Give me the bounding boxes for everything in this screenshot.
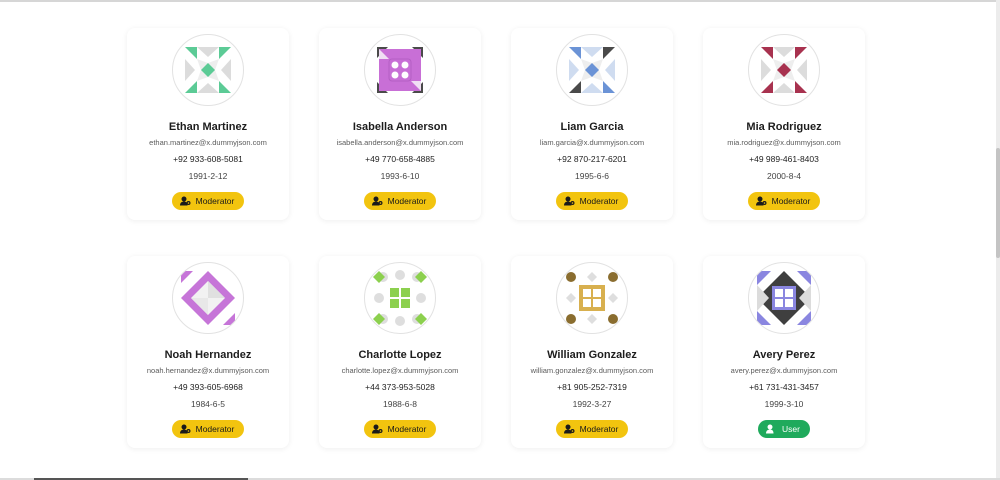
user-gear-icon bbox=[563, 196, 575, 206]
user-phone: +49 770-658-4885 bbox=[365, 154, 435, 164]
user-name: Ethan Martinez bbox=[168, 121, 248, 133]
role-badge[interactable]: Moderator bbox=[363, 192, 437, 210]
user-email: noah.hernandez@x.dummyjson.com bbox=[146, 366, 270, 375]
user-phone: +44 373-953-5028 bbox=[365, 382, 435, 392]
user-gear-icon bbox=[179, 424, 191, 434]
user-name: Charlotte Lopez bbox=[358, 349, 442, 361]
role-badge[interactable]: Moderator bbox=[171, 420, 245, 438]
user-birth-date: 1991-2-12 bbox=[188, 171, 228, 181]
user-birth-date: 1993-6-10 bbox=[380, 171, 420, 181]
user-gear-icon bbox=[179, 196, 191, 206]
role-badge[interactable]: User bbox=[758, 420, 810, 438]
user-phone: +61 731-431-3457 bbox=[749, 382, 819, 392]
user-gear-icon bbox=[371, 196, 383, 206]
user-phone: +81 905-252-7319 bbox=[557, 382, 627, 392]
avatar bbox=[364, 262, 436, 334]
role-label: Moderator bbox=[579, 424, 619, 434]
user-email: charlotte.lopez@x.dummyjson.com bbox=[341, 366, 459, 375]
role-label: Moderator bbox=[579, 196, 619, 206]
user-email: isabella.anderson@x.dummyjson.com bbox=[336, 138, 464, 147]
user-email: william.gonzalez@x.dummyjson.com bbox=[530, 366, 654, 375]
user-name: Mia Rodriguez bbox=[746, 121, 822, 133]
role-label: User bbox=[782, 424, 800, 434]
avatar bbox=[556, 34, 628, 106]
user-phone: +49 989-461-8403 bbox=[749, 154, 819, 164]
user-birth-date: 1984-6-5 bbox=[190, 399, 226, 409]
user-card[interactable]: Avery Perez avery.perez@x.dummyjson.com … bbox=[703, 256, 865, 448]
user-card[interactable]: Liam Garcia liam.garcia@x.dummyjson.com … bbox=[511, 28, 673, 220]
role-badge[interactable]: Moderator bbox=[171, 192, 245, 210]
avatar bbox=[556, 262, 628, 334]
user-email: mia.rodriguez@x.dummyjson.com bbox=[727, 138, 841, 147]
user-gear-icon bbox=[755, 196, 767, 206]
user-card[interactable]: Charlotte Lopez charlotte.lopez@x.dummyj… bbox=[319, 256, 481, 448]
role-badge[interactable]: Moderator bbox=[747, 192, 821, 210]
user-email: ethan.martinez@x.dummyjson.com bbox=[149, 138, 267, 147]
user-phone: +49 393-605-6968 bbox=[173, 382, 243, 392]
role-label: Moderator bbox=[195, 424, 235, 434]
user-birth-date: 1995-6-6 bbox=[574, 171, 610, 181]
user-gear-icon bbox=[563, 424, 575, 434]
user-name: Noah Hernandez bbox=[164, 349, 252, 361]
user-card[interactable]: Noah Hernandez noah.hernandez@x.dummyjso… bbox=[127, 256, 289, 448]
user-card[interactable]: Ethan Martinez ethan.martinez@x.dummyjso… bbox=[127, 28, 289, 220]
window-top-border bbox=[0, 0, 1000, 2]
role-badge[interactable]: Moderator bbox=[555, 420, 629, 438]
user-phone: +92 933-608-5081 bbox=[173, 154, 243, 164]
user-card-grid: Ethan Martinez ethan.martinez@x.dummyjso… bbox=[127, 28, 871, 448]
user-gear-icon bbox=[371, 424, 383, 434]
user-phone: +92 870-217-6201 bbox=[557, 154, 627, 164]
role-badge[interactable]: Moderator bbox=[363, 420, 437, 438]
user-name: William Gonzalez bbox=[547, 349, 637, 361]
role-label: Moderator bbox=[195, 196, 235, 206]
role-label: Moderator bbox=[771, 196, 811, 206]
role-badge[interactable]: Moderator bbox=[555, 192, 629, 210]
role-label: Moderator bbox=[387, 424, 427, 434]
user-birth-date: 1999-3-10 bbox=[764, 399, 804, 409]
avatar bbox=[172, 262, 244, 334]
avatar bbox=[748, 262, 820, 334]
user-email: avery.perez@x.dummyjson.com bbox=[730, 366, 838, 375]
user-email: liam.garcia@x.dummyjson.com bbox=[539, 138, 645, 147]
user-card[interactable]: Isabella Anderson isabella.anderson@x.du… bbox=[319, 28, 481, 220]
user-card[interactable]: William Gonzalez william.gonzalez@x.dumm… bbox=[511, 256, 673, 448]
scrollbar-thumb[interactable] bbox=[996, 148, 1000, 258]
user-birth-date: 2000-8-4 bbox=[766, 171, 802, 181]
avatar bbox=[172, 34, 244, 106]
user-birth-date: 1992-3-27 bbox=[572, 399, 612, 409]
user-name: Liam Garcia bbox=[560, 121, 624, 133]
avatar bbox=[748, 34, 820, 106]
role-label: Moderator bbox=[387, 196, 427, 206]
user-icon bbox=[766, 424, 777, 434]
user-name: Isabella Anderson bbox=[352, 121, 448, 133]
user-card[interactable]: Mia Rodriguez mia.rodriguez@x.dummyjson.… bbox=[703, 28, 865, 220]
user-birth-date: 1988-6-8 bbox=[382, 399, 418, 409]
user-name: Avery Perez bbox=[752, 349, 816, 361]
avatar bbox=[364, 34, 436, 106]
